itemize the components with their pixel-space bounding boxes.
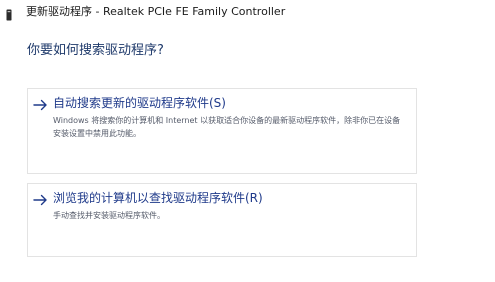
title-bar: 更新驱动程序 - Realtek PCIe FE Family Controll… <box>0 0 495 26</box>
network-adapter-icon <box>6 6 12 21</box>
auto-search-title: 自动搜索更新的驱动程序软件(S) <box>53 96 226 110</box>
auto-search-description: Windows 将搜索你的计算机和 Internet 以获取适合你设备的最新驱动… <box>53 116 401 138</box>
browse-computer-description: 手动查找并安装驱动程序软件。 <box>53 211 165 220</box>
page-heading: 你要如何搜索驱动程序? <box>27 43 164 58</box>
auto-search-option[interactable]: 自动搜索更新的驱动程序软件(S) Windows 将搜索你的计算机和 Inter… <box>27 88 417 174</box>
arrow-right-icon <box>33 191 48 206</box>
browse-computer-title: 浏览我的计算机以查找驱动程序软件(R) <box>53 191 263 205</box>
browse-computer-option[interactable]: 浏览我的计算机以查找驱动程序软件(R) 手动查找并安装驱动程序软件。 <box>27 183 417 257</box>
arrow-right-icon <box>33 96 48 111</box>
window-title: 更新驱动程序 - Realtek PCIe FE Family Controll… <box>26 5 286 18</box>
